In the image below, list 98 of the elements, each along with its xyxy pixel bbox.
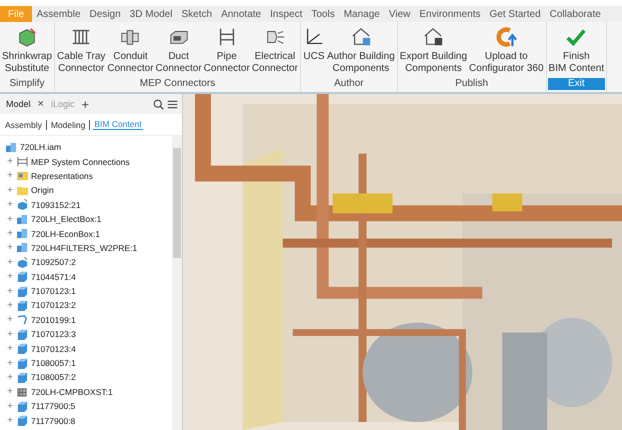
tree-item[interactable]: 71044571:4 [31, 272, 76, 282]
expand-toggle[interactable]: + [6, 314, 14, 326]
add-tab-button[interactable]: + [79, 96, 92, 112]
ribbon-tab[interactable]: Sketch [176, 6, 217, 22]
tree-item[interactable]: 720LH4FILTERS_W2PRE:1 [31, 242, 138, 253]
tree-item[interactable]: 71070123:2 [31, 300, 76, 310]
expand-toggle[interactable]: + [6, 400, 14, 412]
ribbon-tab[interactable]: Environments [414, 6, 485, 22]
scrollbar[interactable] [172, 136, 182, 430]
expand-toggle[interactable]: + [6, 228, 14, 240]
ribbon-button[interactable]: Electrical Connector [250, 22, 299, 78]
expand-toggle[interactable]: + [6, 286, 14, 297]
close-button[interactable]: × [36, 98, 46, 110]
tree-item[interactable]: 71177900:8 [31, 416, 76, 426]
expand-toggle[interactable]: + [6, 242, 14, 254]
expand-toggle[interactable]: + [6, 156, 14, 168]
ribbon-tab[interactable]: Assemble [32, 6, 86, 22]
expand-toggle[interactable]: + [6, 214, 14, 225]
expand-toggle[interactable]: + [6, 386, 14, 398]
ribbon-tab[interactable]: Design [85, 6, 126, 22]
group-label: Author [333, 78, 365, 90]
ribbon-tab[interactable]: Annotate [216, 6, 266, 22]
expand-toggle[interactable]: + [6, 343, 14, 354]
folder-icon [17, 170, 28, 182]
ribbon-button[interactable]: Conduit Connector [106, 22, 155, 78]
expand-toggle[interactable]: + [6, 415, 14, 426]
tree-item[interactable]: 71177900:5 [31, 401, 76, 412]
tree-item[interactable]: MEP System Connections [31, 156, 130, 167]
group-label: Publish [454, 78, 490, 90]
ribbon-button[interactable]: Author Building Components [326, 22, 396, 78]
menu-icon[interactable] [167, 98, 178, 110]
tree-item[interactable]: 720LH-CMPBOXST:1 [31, 386, 113, 397]
ribbon-tab[interactable]: 3D Model [125, 6, 177, 22]
ribbon-tab[interactable]: Get Started [485, 6, 546, 22]
ribbon-tab[interactable]: Tools [306, 6, 340, 22]
expand-toggle[interactable]: + [6, 300, 14, 311]
assembly-icon [17, 242, 28, 254]
cube-icon [17, 343, 28, 354]
shrinkwrap-icon [16, 26, 38, 48]
ribbon-tab[interactable]: Inspect [266, 6, 307, 22]
browser-subtab[interactable]: BIM Content [93, 119, 143, 130]
folder-icon [17, 184, 28, 196]
ribbon-button[interactable]: Duct Connector [154, 22, 203, 78]
cube-icon [17, 271, 28, 282]
tree-item[interactable]: 71070123:1 [31, 286, 76, 296]
browser-tab[interactable]: Model [4, 99, 33, 109]
cube-icon [17, 358, 28, 369]
ribbon-button[interactable]: Pipe Connector [202, 22, 251, 78]
ribbon-button[interactable]: Cable Tray Connector [56, 22, 106, 78]
tree-item[interactable]: 71070123:4 [31, 344, 76, 354]
expand-toggle[interactable]: + [6, 358, 14, 369]
house-icon [422, 26, 444, 48]
tree-item[interactable]: 71080057:2 [31, 372, 76, 382]
cube-icon [17, 372, 28, 383]
house-icon [350, 26, 372, 48]
cube-icon [17, 415, 28, 426]
weldment-icon [17, 386, 28, 398]
assembly-icon [6, 142, 17, 153]
tree-item[interactable]: 720LH.iam [20, 142, 62, 152]
cube-icon [17, 286, 28, 297]
expand-toggle[interactable]: + [6, 328, 14, 340]
expand-toggle[interactable]: + [6, 199, 14, 210]
search-icon[interactable] [153, 98, 164, 110]
ribbon-button[interactable]: Finish BIM Content [548, 22, 606, 78]
tree-item[interactable]: 72010199:1 [31, 314, 76, 325]
ribbon-tab[interactable]: View [384, 6, 415, 22]
ribbon-tab[interactable]: Collaborate [545, 6, 606, 22]
tree-item[interactable]: Origin [31, 185, 54, 196]
ribbon-button[interactable]: Shrinkwrap Substitute [1, 22, 54, 78]
group-label: MEP Connectors [138, 78, 216, 90]
ribbon-button[interactable]: Upload to Configurator 360 [468, 22, 545, 78]
expand-toggle[interactable]: + [6, 372, 14, 383]
cube-icon [17, 328, 28, 340]
ribbon-button[interactable]: UCS [302, 22, 326, 78]
group-label: Exit [548, 78, 606, 90]
upload-icon [495, 26, 518, 48]
ladder-icon [17, 156, 28, 168]
ribbon-tab[interactable]: Manage [339, 6, 384, 22]
expand-toggle[interactable]: + [6, 256, 14, 268]
expand-toggle[interactable]: + [6, 184, 14, 196]
expand-toggle[interactable]: + [6, 170, 14, 182]
tree-item[interactable]: 71070123:3 [31, 329, 76, 340]
tree-item[interactable]: 720LH_ElectBox:1 [31, 214, 102, 224]
ribbon-button[interactable]: Export Building Components [398, 22, 468, 78]
tree-item[interactable]: 71092507:2 [31, 257, 76, 268]
scroll-thumb[interactable] [173, 148, 181, 258]
cube-icon [17, 400, 28, 412]
browser-subtab[interactable]: Modeling [50, 120, 86, 130]
group-label: Simplify [8, 78, 46, 90]
assembly-icon [17, 214, 28, 225]
tree-item[interactable]: Representations [31, 170, 93, 181]
assembly-icon [17, 228, 28, 240]
browser-subtab[interactable]: Assembly [4, 120, 43, 130]
tree-item[interactable]: 71093152:21 [31, 200, 81, 210]
tree-item[interactable]: 720LH-EconBox:1 [31, 228, 100, 239]
expand-toggle[interactable]: + [6, 271, 14, 282]
tree-item[interactable]: 71080057:1 [31, 358, 76, 368]
cube-icon [17, 300, 28, 311]
